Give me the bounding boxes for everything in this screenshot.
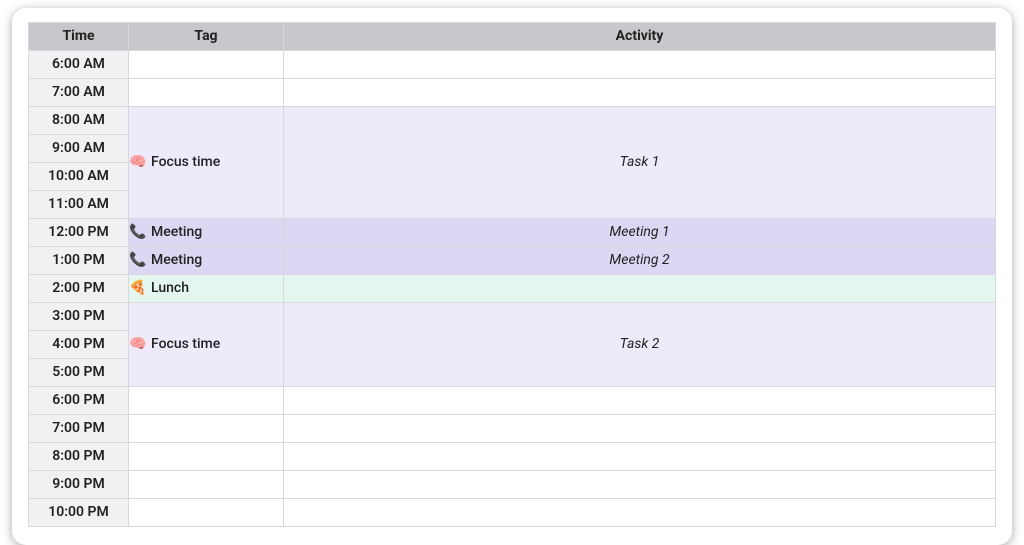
tag-cell [129, 471, 284, 499]
tag-label: Lunch [151, 280, 189, 296]
time-cell: 7:00 AM [29, 79, 129, 107]
time-cell: 9:00 AM [29, 135, 129, 163]
time-cell: 8:00 AM [29, 107, 129, 135]
tag-label: Meeting [151, 252, 202, 268]
time-cell: 6:00 AM [29, 51, 129, 79]
tag-label: Meeting [151, 224, 202, 240]
time-cell: 10:00 AM [29, 163, 129, 191]
brain-icon: 🧠 [129, 149, 147, 176]
activity-cell-task2: Task 2 [284, 303, 996, 387]
tag-cell-focus: 🧠Focus time [129, 303, 284, 387]
time-cell: 9:00 PM [29, 471, 129, 499]
table-row: 8:00 PM [29, 443, 996, 471]
table-row: 7:00 PM [29, 415, 996, 443]
time-cell: 6:00 PM [29, 387, 129, 415]
activity-cell [284, 415, 996, 443]
activity-cell [284, 471, 996, 499]
tag-cell [129, 499, 284, 527]
table-row: 10:00 PM [29, 499, 996, 527]
table-row: 2:00 PM 🍕Lunch [29, 275, 996, 303]
header-tag: Tag [129, 23, 284, 51]
tag-cell [129, 51, 284, 79]
tag-cell [129, 443, 284, 471]
time-cell: 5:00 PM [29, 359, 129, 387]
time-cell: 12:00 PM [29, 219, 129, 247]
time-cell: 10:00 PM [29, 499, 129, 527]
tag-cell-meeting: 📞Meeting [129, 219, 284, 247]
tag-label: Focus time [151, 154, 220, 170]
table-row: 12:00 PM 📞Meeting Meeting 1 [29, 219, 996, 247]
pizza-icon: 🍕 [129, 275, 147, 302]
tag-cell [129, 415, 284, 443]
header-row: Time Tag Activity [29, 23, 996, 51]
activity-cell-lunch [284, 275, 996, 303]
schedule-card: Time Tag Activity 6:00 AM 7:00 AM 8:00 A… [12, 8, 1012, 545]
table-row: 6:00 PM [29, 387, 996, 415]
activity-cell-meeting1: Meeting 1 [284, 219, 996, 247]
tag-cell [129, 79, 284, 107]
brain-icon: 🧠 [129, 331, 147, 358]
table-row: 9:00 PM [29, 471, 996, 499]
table-row: 1:00 PM 📞Meeting Meeting 2 [29, 247, 996, 275]
table-row: 3:00 PM 🧠Focus time Task 2 [29, 303, 996, 331]
activity-cell [284, 79, 996, 107]
time-cell: 11:00 AM [29, 191, 129, 219]
tag-label: Focus time [151, 336, 220, 352]
activity-cell [284, 443, 996, 471]
time-cell: 2:00 PM [29, 275, 129, 303]
activity-cell-meeting2: Meeting 2 [284, 247, 996, 275]
activity-cell [284, 387, 996, 415]
tag-cell-focus: 🧠Focus time [129, 107, 284, 219]
header-time: Time [29, 23, 129, 51]
time-cell: 3:00 PM [29, 303, 129, 331]
tag-cell-meeting: 📞Meeting [129, 247, 284, 275]
time-cell: 1:00 PM [29, 247, 129, 275]
activity-cell [284, 499, 996, 527]
activity-cell [284, 51, 996, 79]
header-activity: Activity [284, 23, 996, 51]
time-cell: 4:00 PM [29, 331, 129, 359]
table-row: 6:00 AM [29, 51, 996, 79]
phone-icon: 📞 [129, 219, 147, 246]
table-row: 8:00 AM 🧠Focus time Task 1 [29, 107, 996, 135]
table-row: 7:00 AM [29, 79, 996, 107]
phone-icon: 📞 [129, 247, 147, 274]
activity-cell-task1: Task 1 [284, 107, 996, 219]
schedule-table: Time Tag Activity 6:00 AM 7:00 AM 8:00 A… [28, 22, 996, 527]
tag-cell [129, 387, 284, 415]
tag-cell-lunch: 🍕Lunch [129, 275, 284, 303]
time-cell: 8:00 PM [29, 443, 129, 471]
time-cell: 7:00 PM [29, 415, 129, 443]
